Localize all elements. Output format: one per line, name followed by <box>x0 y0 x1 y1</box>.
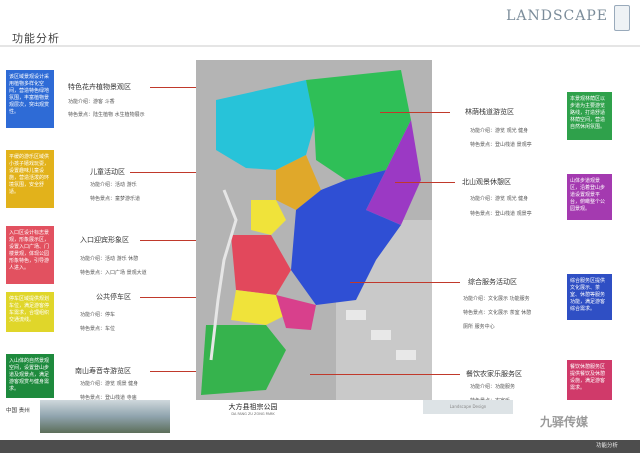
right-note-text-4: 餐饮休憩服务区提供餐饮及休憩设施，满足游客需求。 <box>570 364 606 391</box>
leader-line <box>310 374 460 375</box>
zone-info: 特色景点：登山栈道 景观亭 <box>470 142 532 148</box>
left-note-box-3: 入口区设计标志景观，形象展示区，设置入口广场、门楼景观，体现公园形象特色，引导游… <box>6 226 54 284</box>
zone-title-parking: 公共停车区 <box>96 293 131 301</box>
zone-info: 厕所 服务中心 <box>463 324 495 330</box>
zone-info: 特色景点：文化展示 茶室 休憩 <box>463 310 532 316</box>
zone-title-entrance: 入口迎宾形象区 <box>80 236 129 244</box>
right-note-box-3: 综合服务区提供文化展示、茶室、休憩等服务功能，满足游客综合需求。 <box>567 274 612 320</box>
footer-bar <box>0 440 640 453</box>
left-note-text-4: 停车区域提供规划车位，满足游客停车需求，合理组织交通流线。 <box>9 296 50 323</box>
lantern-icon <box>614 5 630 31</box>
brand-logo: LANDSCAPE <box>506 8 608 24</box>
zone-title-north-view: 北山观景休憩区 <box>462 178 511 186</box>
zone-title-kids: 儿童活动区 <box>90 168 125 176</box>
header-divider <box>0 45 640 47</box>
site-map <box>196 60 432 400</box>
footer-page-label: 功能分析 <box>596 443 619 449</box>
zone-info: 功能介绍：活动 游乐 休憩 <box>80 256 139 262</box>
leader-line <box>350 282 460 283</box>
zone-info: 功能介绍：停车 <box>80 312 116 318</box>
leader-line <box>395 182 455 183</box>
zone-title-flower: 特色花卉植物景观区 <box>68 83 131 91</box>
map-building <box>371 330 391 340</box>
left-note-text-1: 该区域景观设计采用植物多样化空间，营造特色绿地氛围，丰富植物景观层次，突出观赏性… <box>9 74 50 115</box>
left-note-text-3: 入口区设计标志景观，形象展示区，设置入口广场、门楼景观，体现公园形象特色，引导游… <box>9 230 50 271</box>
zone-info: 功能介绍：文化展示 功能服务 <box>463 296 530 302</box>
zone-info: 特色景点：车位 <box>80 326 116 332</box>
right-note-text-2: 山体步道观景区，沿着登山步道设置观景平台，俯瞰整个公园景观。 <box>570 178 606 212</box>
left-note-text-2: 平缓的游乐区域供小孩子嬉戏玩耍，设置趣味儿童设施，营造活泼的环境氛围，安全舒适。 <box>9 154 50 195</box>
left-note-box-5: 入山体的自然景观空间，设置登山步道及观景点，满足游客观赏与健身需求。 <box>6 354 54 398</box>
zone-info: 功能介绍：游客 斗香 <box>68 99 115 105</box>
zone-info: 特色景点：陆生植物 水生植物展示 <box>68 112 145 118</box>
footer-project-name: 大方县祖宗公园 <box>228 403 278 411</box>
zone-title-service: 综合服务活动区 <box>468 278 517 286</box>
watermark-text: 九驿传媒 <box>540 415 589 429</box>
footer-project-sub: DA FANG ZU ZONG PARK <box>231 412 275 416</box>
zone-info: 特色景点：童梦游乐道 <box>90 196 141 202</box>
left-note-box-4: 停车区域提供规划车位，满足游客停车需求，合理组织交通流线。 <box>6 292 54 332</box>
left-note-box-2: 平缓的游乐区域供小孩子嬉戏玩耍，设置趣味儿童设施，营造活泼的环境氛围，安全舒适。 <box>6 150 54 208</box>
zone-info: 特色景点：入口广场 景观大道 <box>80 270 147 276</box>
right-note-box-4: 餐饮休憩服务区提供餐饮及休憩设施，满足游客需求。 <box>567 360 612 400</box>
zone-info: 功能介绍：游览 观光 健身 <box>470 128 529 134</box>
zone-info: 功能介绍：游览 观景 健身 <box>80 381 139 387</box>
left-note-text-5: 入山体的自然景观空间，设置登山步道及观景点，满足游客观赏与健身需求。 <box>9 358 50 392</box>
footer-location: 中国 贵州 <box>6 408 30 414</box>
page-title: 功能分析 <box>12 32 60 45</box>
right-note-text-3: 综合服务区提供文化展示、茶室、休憩等服务功能，满足游客综合需求。 <box>570 278 606 312</box>
zone-info: 特色景点：登山栈道 观景亭 <box>470 211 532 217</box>
right-note-box-1: 本景观林荫区以步道为主要游览路线，打造舒适林荫空间，营造自然休闲氛围。 <box>567 92 612 140</box>
right-note-text-1: 本景观林荫区以步道为主要游览路线，打造舒适林荫空间，营造自然休闲氛围。 <box>570 96 606 130</box>
zone-title-dining: 餐饮农家乐服务区 <box>466 370 522 378</box>
zone-title-temple: 南山寿音寺游览区 <box>75 367 131 375</box>
zone-info: 功能介绍：活动 游乐 <box>90 182 137 188</box>
left-note-box-1: 该区域景观设计采用植物多样化空间，营造特色绿地氛围，丰富植物景观层次，突出观赏性… <box>6 70 54 128</box>
zone-info: 功能介绍：游览 观光 健身 <box>470 196 529 202</box>
footer-design-label: Landscape Design <box>423 400 513 414</box>
map-building <box>396 350 416 360</box>
zone-title-forest-walk: 林荫栈道游览区 <box>465 108 514 116</box>
map-building <box>346 310 366 320</box>
leader-line <box>380 112 450 113</box>
footer-landscape-photo <box>40 400 170 433</box>
right-note-box-2: 山体步道观景区，沿着登山步道设置观景平台，俯瞰整个公园景观。 <box>567 174 612 220</box>
zone-info: 功能介绍：功能服务 <box>470 384 516 390</box>
